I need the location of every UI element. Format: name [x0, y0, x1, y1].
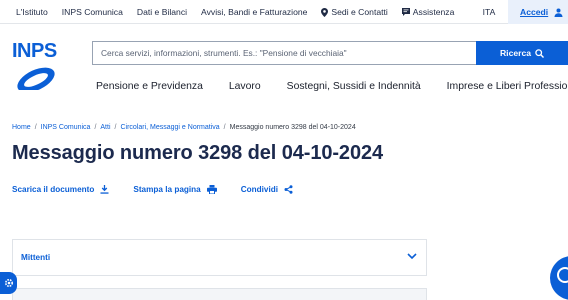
breadcrumb-atti[interactable]: Atti [100, 124, 110, 131]
search-button-label: Ricerca [499, 48, 532, 58]
printer-icon [206, 185, 217, 194]
login-button[interactable]: Accedi [508, 0, 568, 24]
inps-logo[interactable]: INPS [12, 40, 62, 90]
utility-link-sedi[interactable]: Sedi e Contatti [321, 7, 388, 17]
breadcrumb-separator: / [114, 124, 117, 131]
nav-item-sostegni[interactable]: Sostegni, Sussidi e Indennità [287, 81, 421, 95]
top-utility-bar: L'Istituto INPS Comunica Dati e Bilanci … [0, 0, 568, 24]
breadcrumb-separator: / [223, 124, 226, 131]
map-pin-icon [321, 7, 329, 17]
utility-link-assistenza[interactable]: Assistenza [401, 7, 455, 17]
gear-icon [4, 278, 13, 288]
utility-link-sedi-label: Sedi e Contatti [331, 7, 388, 17]
breadcrumb-inps-comunica[interactable]: INPS Comunica [41, 124, 91, 131]
share-icon [284, 185, 293, 194]
share-label: Condividi [240, 185, 278, 194]
assistant-chat-button[interactable] [550, 256, 568, 300]
utility-link-inps-comunica[interactable]: INPS Comunica [62, 7, 123, 17]
breadcrumb-separator: / [94, 124, 97, 131]
breadcrumb-current: Messaggio numero 3298 del 04-10-2024 [229, 124, 356, 131]
search-input[interactable]: Cerca servizi, informazioni, strumenti. … [92, 41, 476, 65]
print-page-link[interactable]: Stampa la pagina [133, 185, 217, 194]
breadcrumb-circolari[interactable]: Circolari, Messaggi e Normativa [120, 124, 219, 131]
user-icon [554, 8, 563, 17]
nav-item-lavoro[interactable]: Lavoro [229, 81, 261, 95]
chat-icon [401, 8, 410, 16]
utility-links: L'Istituto INPS Comunica Dati e Bilanci … [16, 0, 454, 24]
nav-item-imprese[interactable]: Imprese e Liberi Professionisti [447, 81, 568, 95]
accessibility-settings-button[interactable] [0, 272, 17, 294]
utility-link-dati-bilanci[interactable]: Dati e Bilanci [137, 7, 187, 17]
login-label: Accedi [520, 7, 549, 17]
language-selector[interactable]: ITA [474, 0, 504, 24]
page-title: Messaggio numero 3298 del 04-10-2024 [12, 142, 384, 164]
utility-link-istituto[interactable]: L'Istituto [16, 7, 48, 17]
chevron-down-icon[interactable] [407, 252, 417, 260]
download-label: Scarica il documento [12, 185, 95, 194]
accordion-label: Mittenti [21, 253, 51, 262]
download-icon [100, 185, 109, 194]
search-button[interactable]: Ricerca [476, 41, 568, 65]
share-link[interactable]: Condividi [241, 185, 293, 194]
main-navigation: Pensione e Previdenza Lavoro Sostegni, S… [96, 81, 568, 95]
search-icon [535, 48, 545, 58]
breadcrumb-home[interactable]: Home [12, 124, 31, 131]
next-panel [12, 288, 427, 300]
breadcrumb-separator: / [34, 124, 37, 131]
chat-bubble-icon [557, 267, 568, 283]
utility-link-assistenza-label: Assistenza [412, 7, 455, 17]
utility-link-avvisi[interactable]: Avvisi, Bandi e Fatturazione [201, 7, 307, 17]
breadcrumb: Home / INPS Comunica / Atti / Circolari,… [12, 124, 356, 131]
download-document-link[interactable]: Scarica il documento [12, 185, 109, 194]
logo-swoosh [17, 67, 55, 90]
print-label: Stampa la pagina [133, 185, 201, 194]
page-actions: Scarica il documento Stampa la pagina Co… [12, 185, 293, 194]
mittenti-accordion[interactable]: Mittenti [12, 239, 427, 276]
nav-item-pensione[interactable]: Pensione e Previdenza [96, 81, 203, 95]
